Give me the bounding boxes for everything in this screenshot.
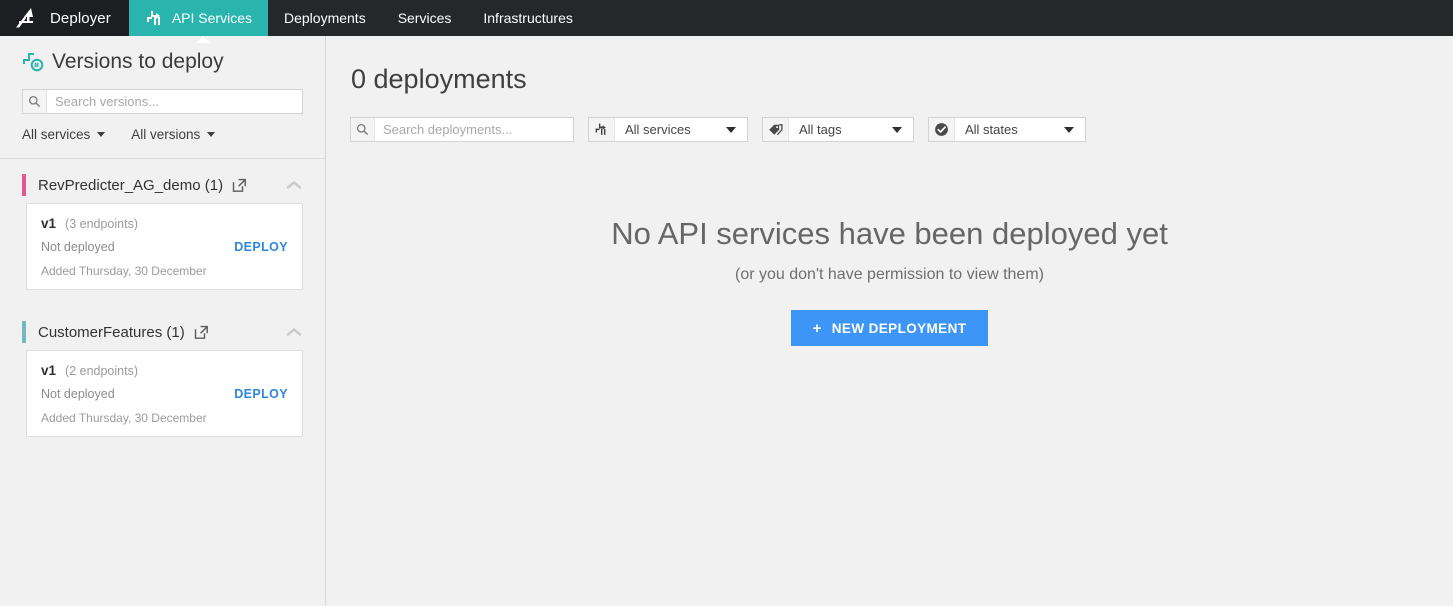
- new-deployment-label: NEW DEPLOYMENT: [831, 320, 967, 336]
- versions-sidebar: Versions to deploy All services All v: [0, 36, 326, 606]
- deployments-search-box[interactable]: [350, 117, 574, 142]
- services-icon: [589, 118, 615, 141]
- external-link-icon[interactable]: [232, 178, 247, 193]
- active-tab-pointer: [196, 36, 210, 43]
- version-card-title-row: v1 (2 endpoints): [41, 363, 288, 378]
- sidebar-filters: All services All versions: [22, 127, 303, 142]
- top-navigation-bar: Deployer API Services Deployments Servic…: [0, 0, 1453, 43]
- filter-label: All versions: [131, 127, 201, 142]
- filter-tags-label: All tags: [799, 122, 842, 137]
- search-versions-input[interactable]: [47, 90, 302, 113]
- filter-all-services[interactable]: All services: [22, 127, 106, 142]
- nav-tab-label: Deployments: [283, 10, 366, 26]
- version-added-date: Added Thursday, 30 December: [41, 264, 207, 278]
- deploy-button[interactable]: DEPLOY: [234, 387, 288, 401]
- nav-tab-label: Services: [397, 10, 452, 26]
- api-services-icon: [145, 9, 163, 27]
- chevron-down-icon: [97, 132, 106, 137]
- brand-home-link[interactable]: Deployer: [0, 0, 129, 36]
- empty-state-heading: No API services have been deployed yet: [611, 216, 1168, 251]
- version-name: v1: [41, 363, 57, 378]
- filter-label: All services: [22, 127, 91, 142]
- filter-services-select[interactable]: All services: [588, 117, 748, 142]
- version-status: Not deployed: [41, 387, 115, 401]
- sidebar-header: Versions to deploy All services All v: [0, 36, 325, 159]
- deployments-main-panel: 0 deployments Search deployments... All …: [326, 36, 1453, 606]
- nav-tab-label: API Services: [171, 10, 252, 26]
- search-icon: [351, 118, 375, 141]
- new-deployment-button[interactable]: + NEW DEPLOYMENT: [790, 310, 989, 346]
- version-card-status-row: Not deployed DEPLOY: [41, 387, 288, 401]
- version-card[interactable]: v1 (2 endpoints) Not deployed DEPLOY Add…: [26, 350, 303, 437]
- version-status: Not deployed: [41, 240, 115, 254]
- nav-tab-infrastructures[interactable]: Infrastructures: [467, 0, 588, 36]
- filter-tags-select[interactable]: All tags: [762, 117, 914, 142]
- brand-name: Deployer: [50, 9, 111, 27]
- filter-states-label: All states: [965, 122, 1018, 137]
- nav-tab-services[interactable]: Services: [382, 0, 468, 36]
- sidebar-title: Versions to deploy: [52, 50, 224, 73]
- group-name: CustomerFeatures (1): [38, 323, 185, 341]
- filter-states-select[interactable]: All states: [928, 117, 1086, 142]
- group-color-bar: [22, 321, 26, 343]
- version-card-title-row: v1 (3 endpoints): [41, 216, 288, 231]
- group-name: RevPredicter_AG_demo (1): [38, 176, 224, 194]
- bird-logo-icon: [12, 5, 38, 31]
- chevron-down-icon: [726, 126, 736, 133]
- deploy-button[interactable]: DEPLOY: [234, 240, 288, 254]
- version-group: RevPredicter_AG_demo (1) v1 (3 endpoints…: [0, 159, 325, 290]
- version-name: v1: [41, 216, 57, 231]
- chevron-down-icon: [892, 126, 902, 133]
- version-group: CustomerFeatures (1) v1 (2 endpoints) No…: [0, 306, 325, 437]
- version-endpoints: (2 endpoints): [65, 364, 138, 378]
- versions-list: RevPredicter_AG_demo (1) v1 (3 endpoints…: [0, 159, 325, 437]
- group-color-bar: [22, 174, 26, 196]
- tag-icon: [763, 118, 789, 141]
- filter-all-versions[interactable]: All versions: [131, 127, 216, 142]
- chevron-up-icon[interactable]: [285, 326, 303, 338]
- chevron-down-icon: [207, 132, 216, 137]
- nav-tab-deployments[interactable]: Deployments: [268, 0, 382, 36]
- plus-icon: +: [812, 319, 822, 337]
- nav-tab-label: Infrastructures: [483, 10, 573, 26]
- chevron-down-icon: [1064, 126, 1074, 133]
- sidebar-title-row: Versions to deploy: [22, 50, 303, 74]
- search-icon: [23, 90, 47, 113]
- version-group-header[interactable]: RevPredicter_AG_demo (1): [22, 159, 303, 203]
- version-card[interactable]: v1 (3 endpoints) Not deployed DEPLOY Add…: [26, 203, 303, 290]
- version-added-date: Added Thursday, 30 December: [41, 411, 207, 425]
- version-card-status-row: Not deployed DEPLOY: [41, 240, 288, 254]
- search-deployments-input[interactable]: [375, 118, 573, 141]
- filter-services-label: All services: [625, 122, 691, 137]
- page-title: 0 deployments: [351, 64, 527, 94]
- nav-tab-api-services[interactable]: API Services: [128, 0, 268, 36]
- versions-graph-icon: [22, 51, 44, 73]
- version-group-header[interactable]: CustomerFeatures (1): [22, 306, 303, 350]
- external-link-icon[interactable]: [194, 325, 209, 340]
- version-endpoints: (3 endpoints): [65, 217, 138, 231]
- check-circle-icon: [929, 118, 955, 141]
- chevron-up-icon[interactable]: [285, 179, 303, 191]
- versions-search-box[interactable]: [22, 89, 303, 114]
- empty-state: No API services have been deployed yet (…: [350, 216, 1429, 346]
- empty-state-subheading: (or you don't have permission to view th…: [735, 266, 1044, 283]
- deployments-toolbar: All services All tags: [350, 117, 1429, 142]
